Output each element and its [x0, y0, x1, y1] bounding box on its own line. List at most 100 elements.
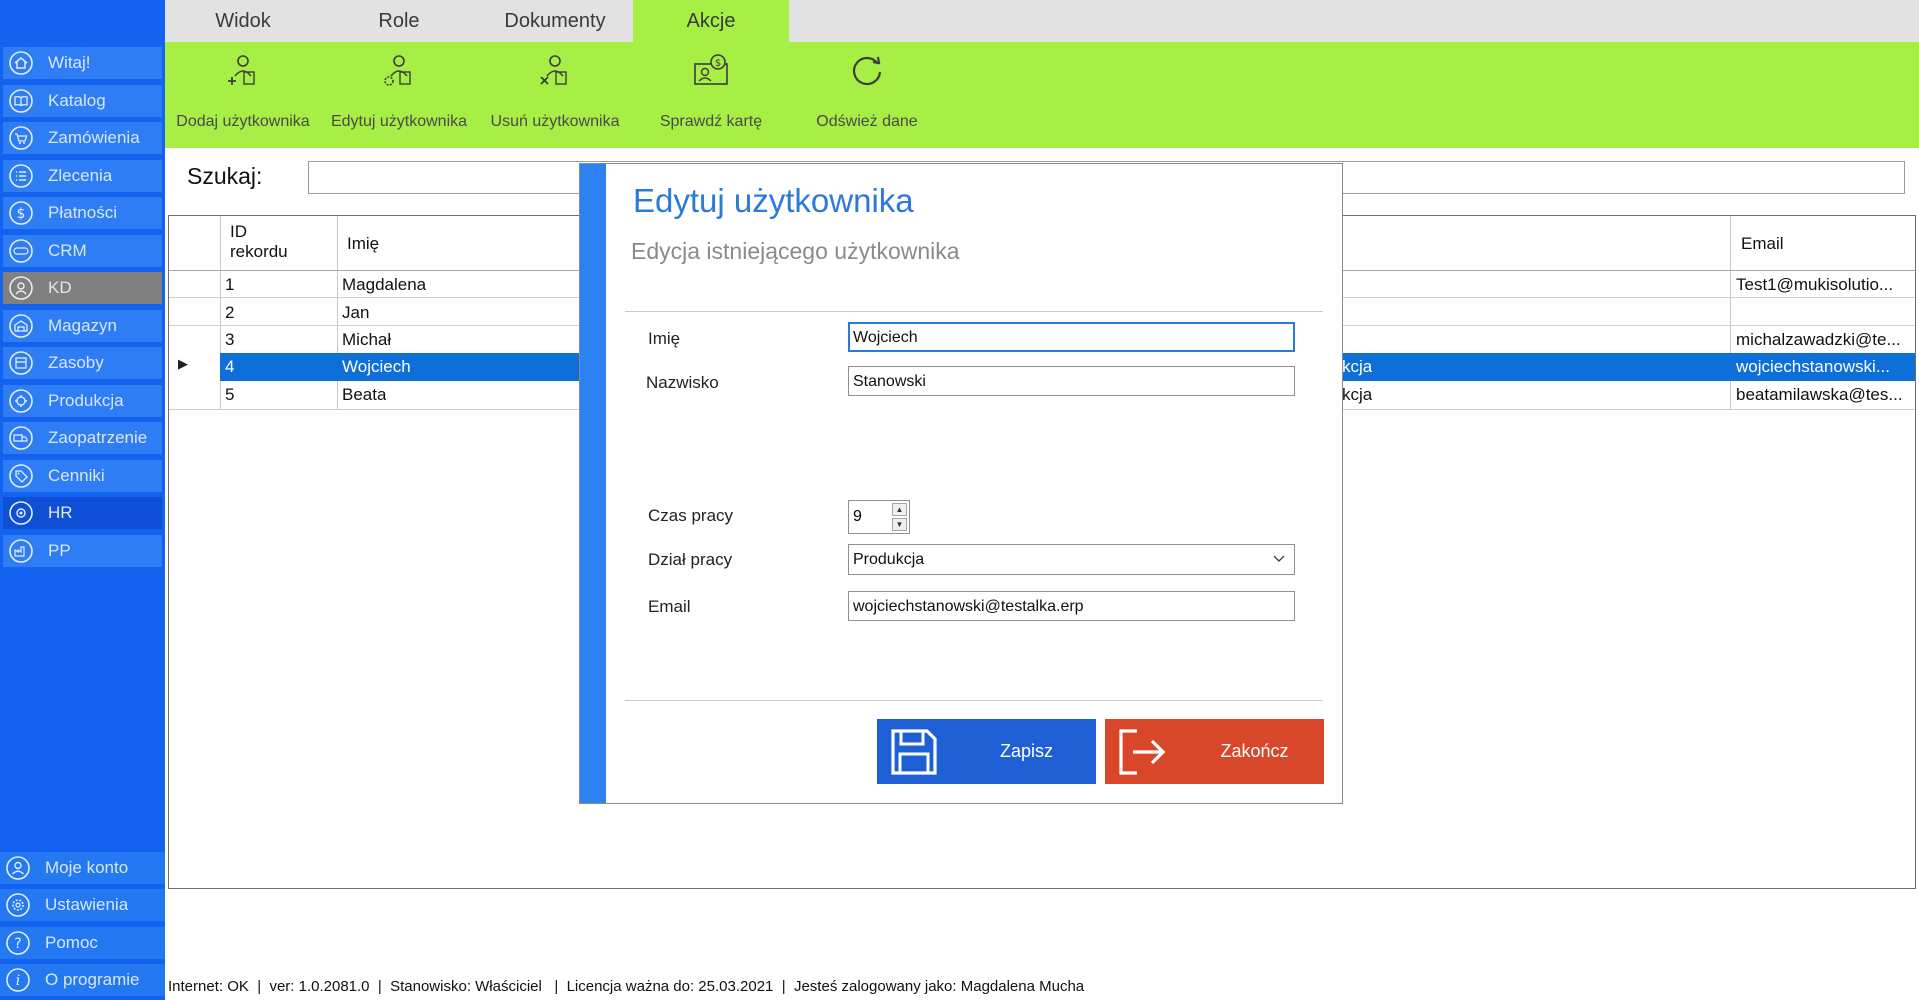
table-row-email[interactable]: michalzawadzki@te... [1736, 330, 1912, 350]
edit-user-button[interactable]: Edytuj użytkownika [321, 42, 477, 148]
tab-akcje[interactable]: Akcje [633, 0, 789, 42]
status-separator: | [773, 978, 794, 995]
table-row-id[interactable]: 4 [225, 357, 234, 377]
help-icon: ? [6, 931, 30, 955]
resources-icon [9, 351, 33, 375]
status-logged-in: Jesteś zalogowany jako: Magdalena Mucha [793, 978, 1085, 995]
tab-dokumenty[interactable]: Dokumenty [477, 0, 633, 42]
sidebar-item-pp[interactable]: PP [3, 535, 162, 567]
sidebar-item-moje-konto[interactable]: Moje konto [0, 852, 165, 884]
dialog-accent-stripe [580, 164, 606, 803]
close-button[interactable]: Zakończ [1105, 719, 1324, 784]
department-selected-value: Produkcja [853, 551, 925, 568]
sidebar-item-label: CRM [48, 241, 87, 260]
save-button[interactable]: Zapisz [877, 719, 1096, 784]
stepper-down-button[interactable]: ▼ [892, 518, 907, 531]
exit-icon [1115, 725, 1169, 779]
row-header-cell[interactable] [169, 353, 220, 381]
check-card-button[interactable]: $ Sprawdź kartę [633, 42, 789, 148]
table-row-email[interactable]: wojciechstanowski... [1736, 357, 1912, 377]
work-hours-value: 9 [853, 508, 862, 525]
email-label: Email [648, 597, 691, 616]
table-row-first-name[interactable]: Wojciech [342, 357, 411, 377]
svg-text:?: ? [14, 936, 21, 952]
email-field[interactable]: wojciechstanowski@testalka.erp [848, 591, 1295, 621]
column-header-id[interactable]: ID rekordu [230, 222, 288, 262]
table-row-first-name[interactable]: Jan [342, 303, 369, 323]
refresh-button[interactable]: Odśwież dane [789, 42, 945, 148]
ribbon-tab-bar: Widok Role Dokumenty Akcje [165, 0, 1919, 42]
status-license: Licencja ważna do: 25.03.2021 [566, 978, 774, 995]
department-dropdown[interactable]: Produkcja [848, 544, 1295, 575]
table-row-email[interactable]: Test1@mukisolutio... [1736, 275, 1912, 295]
table-row-first-name[interactable]: Michał [342, 330, 391, 350]
table-row-id[interactable]: 5 [225, 385, 234, 405]
sidebar-item-label: HR [48, 503, 73, 522]
sidebar-item-magazyn[interactable]: Magazyn [3, 310, 162, 342]
tab-role[interactable]: Role [321, 0, 477, 42]
table-row-id[interactable]: 3 [225, 330, 234, 350]
chevron-down-icon [1272, 551, 1286, 565]
sidebar-item-crm[interactable]: CRM [3, 235, 162, 267]
table-row-department[interactable]: kcja [1342, 357, 1372, 377]
sidebar-item-label: Zaopatrzenie [48, 428, 148, 447]
check-card-icon: $ [691, 50, 731, 90]
account-icon [6, 856, 30, 880]
department-label: Dział pracy [648, 550, 733, 569]
stepper-up-button[interactable]: ▲ [892, 503, 907, 516]
sidebar-item-o-programie[interactable]: i O programie [0, 964, 165, 996]
sidebar-item-kd[interactable]: KD [3, 272, 162, 304]
last-name-label: Nazwisko [646, 373, 719, 392]
sidebar-item-zasoby[interactable]: Zasoby [3, 347, 162, 379]
sidebar-item-label: Ustawienia [45, 895, 129, 914]
sidebar-item-produkcja[interactable]: Produkcja [3, 385, 162, 417]
svg-text:i: i [16, 973, 20, 989]
table-row-id[interactable]: 1 [225, 275, 234, 295]
sidebar-item-witaj[interactable]: Witaj! [3, 47, 162, 79]
warehouse-icon [9, 314, 33, 338]
cart-icon [9, 126, 33, 150]
sidebar: Witaj! Katalog Zamówienia Zlecenia $ Pła… [0, 0, 165, 1000]
edit-user-icon [379, 50, 419, 90]
sidebar-item-label: Katalog [48, 91, 106, 110]
sidebar-item-zamowienia[interactable]: Zamówienia [3, 122, 162, 154]
sidebar-item-label: Płatności [48, 203, 117, 222]
sidebar-item-label: PP [48, 541, 71, 560]
status-version: ver: 1.0.2081.0 [269, 978, 370, 995]
sidebar-item-label: O programie [45, 970, 140, 989]
last-name-field[interactable]: Stanowski [848, 366, 1295, 396]
column-header-first-name[interactable]: Imię [347, 234, 379, 254]
truck-icon [9, 426, 33, 450]
sidebar-item-hr[interactable]: HR [3, 497, 162, 529]
sidebar-item-cenniki[interactable]: Cenniki [3, 460, 162, 492]
first-name-field[interactable]: Wojciech [848, 322, 1295, 352]
refresh-icon [847, 50, 887, 90]
table-row-email[interactable]: beatamilawska@tes... [1736, 385, 1912, 405]
sidebar-item-platnosci[interactable]: $ Płatności [3, 197, 162, 229]
sidebar-item-ustawienia[interactable]: Ustawienia [0, 889, 165, 921]
work-hours-stepper[interactable]: 9 ▲ ▼ [848, 500, 910, 534]
sidebar-item-katalog[interactable]: Katalog [3, 85, 162, 117]
table-row-id[interactable]: 2 [225, 303, 234, 323]
delete-user-button[interactable]: Usuń użytkownika [477, 42, 633, 148]
tab-widok[interactable]: Widok [165, 0, 321, 42]
dollar-icon: $ [9, 201, 33, 225]
table-row-first-name[interactable]: Beata [342, 385, 386, 405]
sidebar-item-zaopatrzenie[interactable]: Zaopatrzenie [3, 422, 162, 454]
sidebar-item-label: Zlecenia [48, 166, 113, 185]
info-icon: i [6, 968, 30, 992]
add-user-icon [223, 50, 263, 90]
sidebar-item-label: Cenniki [48, 466, 105, 485]
tag-icon [9, 464, 33, 488]
sidebar-item-zlecenia[interactable]: Zlecenia [3, 160, 162, 192]
column-header-email[interactable]: Email [1741, 234, 1784, 254]
table-row-first-name[interactable]: Magdalena [342, 275, 426, 295]
sidebar-item-pomoc[interactable]: ? Pomoc [0, 927, 165, 959]
book-icon [9, 89, 33, 113]
add-user-button[interactable]: Dodaj użytkownika [165, 42, 321, 148]
table-row-department[interactable]: kcja [1342, 385, 1372, 405]
work-hours-label: Czas pracy [648, 506, 734, 525]
home-icon [9, 51, 33, 75]
status-separator: | [248, 978, 270, 995]
list-icon [9, 164, 33, 188]
